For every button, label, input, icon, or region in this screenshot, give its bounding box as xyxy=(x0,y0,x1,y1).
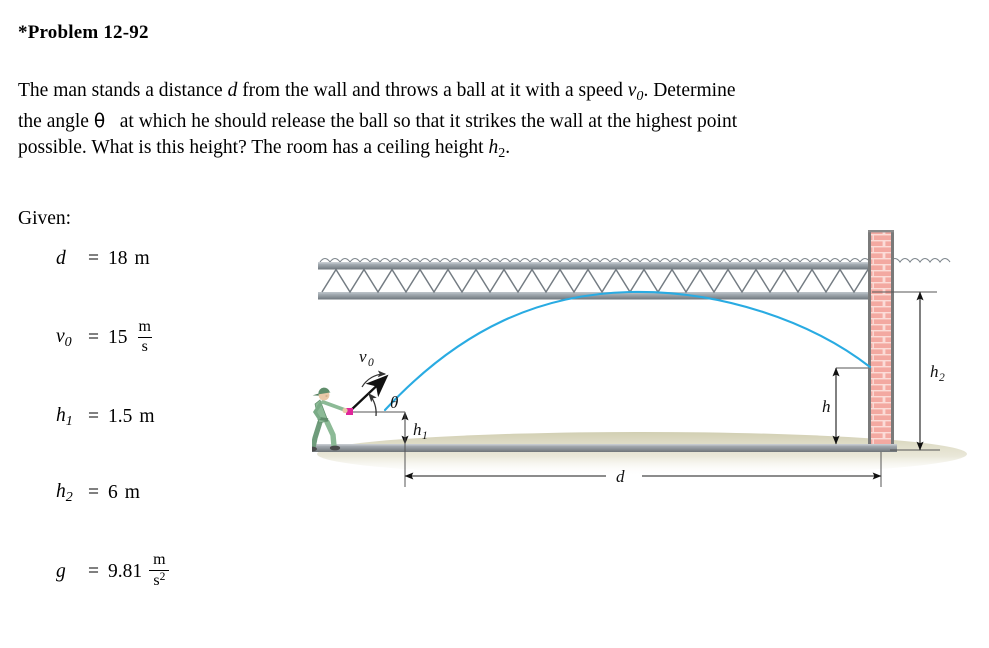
page-title: *Problem 12-92 xyxy=(18,22,149,44)
problem-title-text: *Problem 12-92 xyxy=(18,22,149,43)
given-symbol-subscript: 2 xyxy=(65,488,73,505)
svg-text:1: 1 xyxy=(422,430,428,442)
statement-line-3: possible. What is this height? The room … xyxy=(18,136,511,161)
velocity-vector xyxy=(348,374,389,413)
given-symbol: d xyxy=(56,248,66,269)
problem-statement: The man stands a distance d from the wal… xyxy=(18,78,938,166)
given-row-h1: h1 = 1.5 m xyxy=(56,405,155,430)
h-label: h xyxy=(822,397,831,416)
h1-label: h 1 xyxy=(413,420,428,442)
d-label: d xyxy=(616,467,625,486)
statement-line-2: the angle θ at which he should release t… xyxy=(18,110,738,132)
h2-label: h 2 xyxy=(930,362,945,384)
given-unit: m xyxy=(124,482,140,504)
given-row-v0: v0 = 15 m s xyxy=(56,318,155,356)
given-unit-numerator: m xyxy=(138,318,151,335)
given-symbol: h1 xyxy=(56,405,73,429)
given-label: Given: xyxy=(18,208,71,230)
ball-trajectory xyxy=(383,290,872,412)
brick-wall xyxy=(868,230,894,452)
given-row-g: g = 9.81 m s2 xyxy=(56,551,170,590)
given-symbol-subscript: 0 xyxy=(64,333,72,350)
given-label-text: Given: xyxy=(18,208,72,229)
given-unit-denominator: s xyxy=(137,336,152,356)
given-equals: = xyxy=(88,406,99,428)
svg-text:h: h xyxy=(413,420,422,439)
given-unit-exponent: 2 xyxy=(159,570,166,583)
given-value: 9.81 xyxy=(108,560,143,582)
theta-angle-arc xyxy=(368,393,377,417)
h-dimension: h xyxy=(822,367,868,445)
given-value: 6 xyxy=(108,482,118,504)
man-throwing xyxy=(312,387,348,452)
statement-line-1: The man stands a distance d from the wal… xyxy=(18,80,736,104)
given-row-h2: h2 = 6 m xyxy=(56,481,140,506)
given-equals: = xyxy=(88,248,99,269)
given-value: 1.5 xyxy=(108,406,133,428)
given-unit-fraction: m s xyxy=(135,318,155,356)
svg-text:2: 2 xyxy=(939,372,945,384)
given-unit: m xyxy=(139,406,155,428)
svg-text:v: v xyxy=(359,347,367,366)
given-value: 18 xyxy=(108,248,128,269)
given-equals: = xyxy=(88,482,99,504)
given-symbol-subscript: 1 xyxy=(65,412,73,429)
problem-figure: θ v 0 h 1 h h 2 d xyxy=(312,222,982,494)
svg-text:h: h xyxy=(930,362,939,381)
given-equals: = xyxy=(88,560,99,582)
given-unit: m xyxy=(134,248,150,269)
truss-web xyxy=(321,268,883,294)
floor-slab xyxy=(312,444,897,452)
given-symbol: g xyxy=(56,560,66,582)
v0-label: v 0 xyxy=(359,347,374,369)
given-unit-fraction: m s2 xyxy=(149,551,170,590)
given-unit-numerator: m xyxy=(153,551,166,568)
given-unit-denominator: s2 xyxy=(149,569,170,590)
given-row-d: d = 18 m xyxy=(56,248,150,270)
svg-text:0: 0 xyxy=(368,357,374,369)
given-symbol: v0 xyxy=(56,325,72,350)
truss-ceiling xyxy=(318,257,951,300)
theta-label: θ xyxy=(390,393,398,412)
given-equals: = xyxy=(88,327,99,349)
given-symbol: h2 xyxy=(56,481,73,505)
given-value: 15 xyxy=(108,327,128,349)
